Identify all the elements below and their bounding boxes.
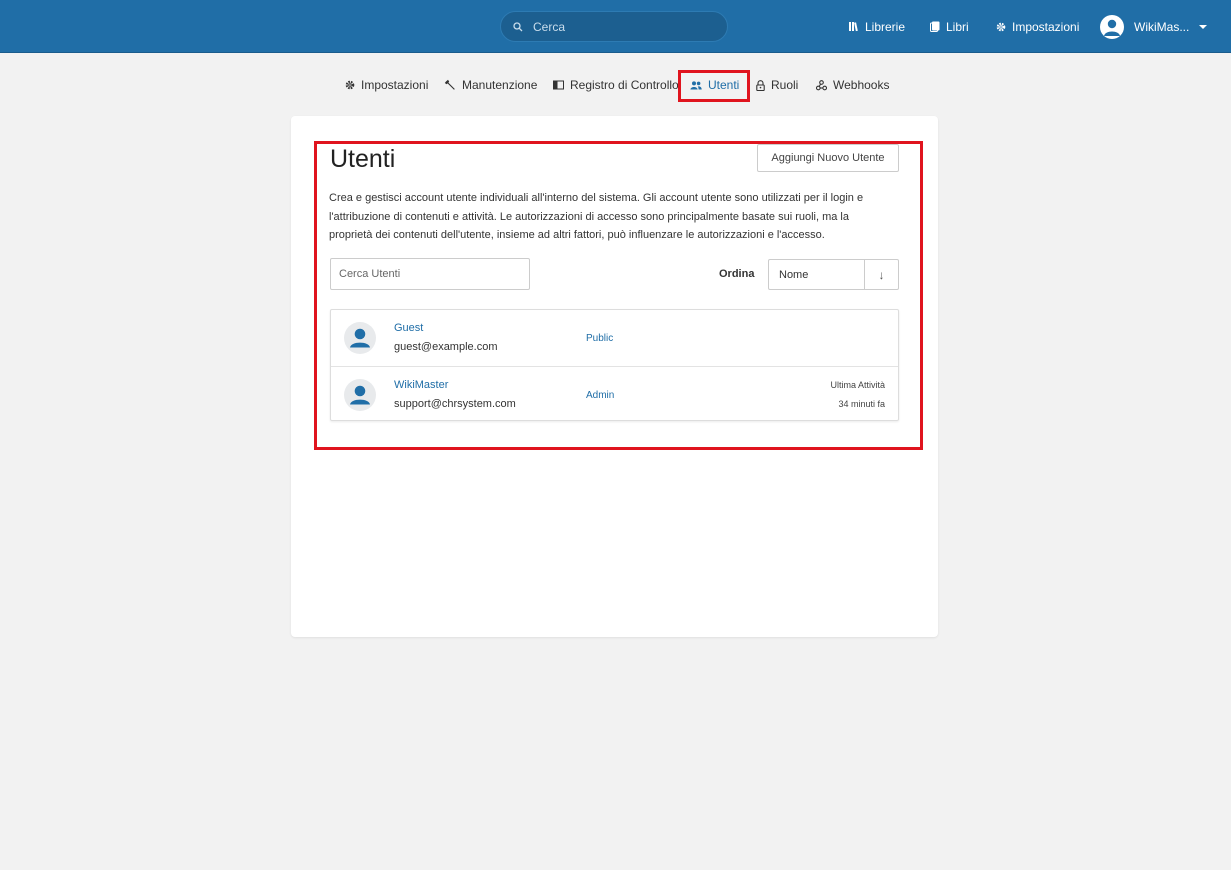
global-search[interactable] bbox=[500, 11, 728, 42]
tab-settings[interactable]: Impostazioni bbox=[345, 70, 428, 100]
active-tab-highlight bbox=[678, 70, 750, 102]
nav-books-label: Libri bbox=[946, 19, 969, 34]
nav-shelves[interactable]: Librerie bbox=[848, 0, 905, 53]
books-icon bbox=[930, 21, 940, 32]
lock-icon bbox=[756, 79, 765, 91]
nav-settings[interactable]: Impostazioni bbox=[996, 0, 1079, 53]
gear-icon bbox=[345, 80, 355, 90]
nav-shelves-label: Librerie bbox=[865, 19, 906, 34]
tab-settings-label: Impostazioni bbox=[361, 78, 429, 92]
tab-roles-label: Ruoli bbox=[771, 78, 799, 92]
nav-books[interactable]: Libri bbox=[930, 0, 969, 53]
tab-webhooks-label: Webhooks bbox=[833, 78, 890, 92]
gear-icon bbox=[996, 22, 1006, 32]
wrench-icon bbox=[444, 79, 456, 91]
top-header: Librerie Libri Impostazioni WikiMas... bbox=[0, 0, 1231, 53]
webhook-icon bbox=[816, 79, 827, 91]
tab-audit-log[interactable]: Registro di Controllo bbox=[553, 70, 679, 100]
tab-maintenance-label: Manutenzione bbox=[462, 78, 538, 92]
user-menu[interactable]: WikiMas... bbox=[1100, 14, 1208, 40]
settings-tabs: Impostazioni Manutenzione Registro di Co… bbox=[0, 70, 1231, 100]
global-search-input[interactable] bbox=[533, 19, 713, 34]
nav-settings-label: Impostazioni bbox=[1012, 19, 1080, 34]
audit-icon bbox=[553, 80, 564, 90]
tab-webhooks[interactable]: Webhooks bbox=[816, 70, 889, 100]
chevron-down-icon bbox=[1199, 25, 1208, 29]
content-highlight bbox=[314, 141, 923, 450]
tab-maintenance[interactable]: Manutenzione bbox=[444, 70, 537, 100]
user-name: WikiMas... bbox=[1134, 20, 1190, 34]
tab-roles[interactable]: Ruoli bbox=[756, 70, 798, 100]
tab-audit-log-label: Registro di Controllo bbox=[570, 78, 679, 92]
search-icon bbox=[513, 21, 525, 33]
user-avatar-icon bbox=[1100, 15, 1124, 39]
shelves-icon bbox=[848, 21, 859, 32]
